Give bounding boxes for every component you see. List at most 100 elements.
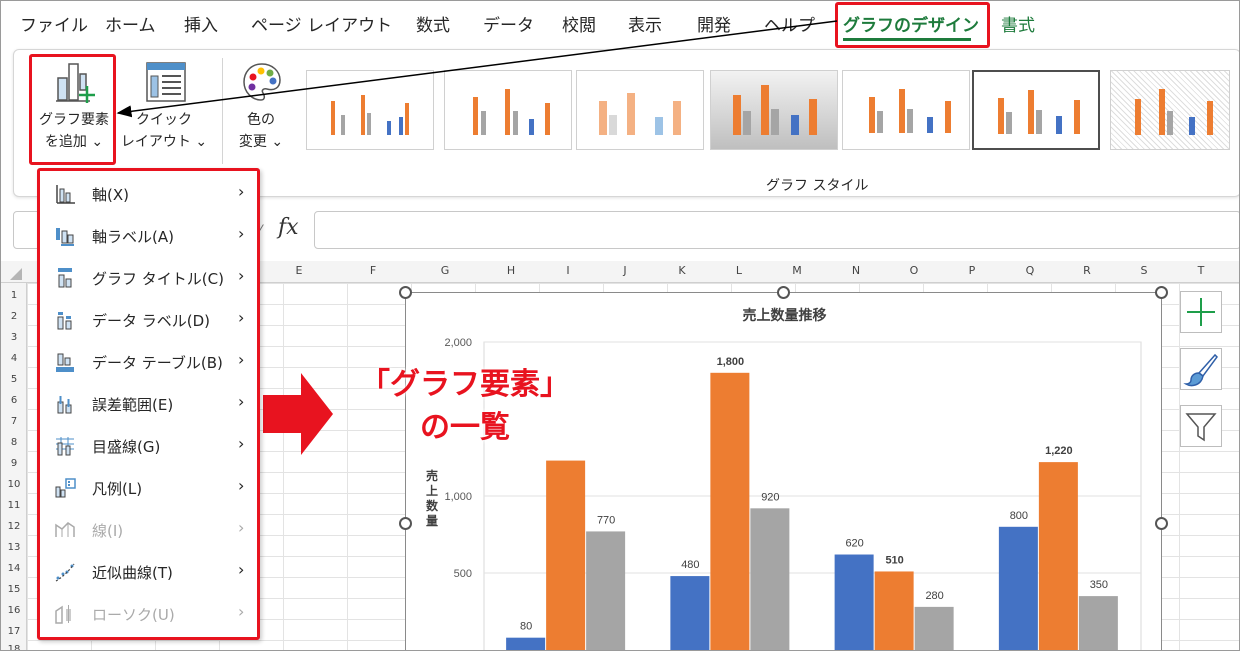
row-header[interactable]: 8 bbox=[1, 437, 27, 448]
chevron-right-icon: › bbox=[238, 476, 245, 495]
menu-item-legend[interactable]: 凡例(L) › bbox=[40, 467, 257, 509]
chart-filters-button[interactable] bbox=[1180, 405, 1222, 447]
menu-item-label: 軸(X) bbox=[92, 186, 129, 204]
column-header[interactable]: O bbox=[904, 264, 924, 277]
column-header[interactable]: M bbox=[787, 264, 807, 277]
row-header[interactable]: 3 bbox=[1, 332, 27, 343]
paintbrush-icon bbox=[1183, 353, 1218, 387]
callout-line-1: 「グラフ要素」 bbox=[360, 367, 570, 402]
row-header[interactable]: 10 bbox=[1, 479, 27, 490]
filter-icon bbox=[1185, 413, 1217, 442]
menu-item-label: 凡例(L) bbox=[92, 480, 143, 498]
menu-item-label: 近似曲線(T) bbox=[92, 564, 173, 582]
chevron-right-icon: › bbox=[238, 518, 245, 537]
chart-styles-button[interactable] bbox=[1180, 348, 1222, 390]
column-header[interactable]: S bbox=[1134, 264, 1154, 277]
resize-handle[interactable] bbox=[777, 286, 790, 299]
data-label: 620 bbox=[845, 538, 863, 550]
row-header[interactable]: 4 bbox=[1, 353, 27, 364]
row-header[interactable]: 6 bbox=[1, 395, 27, 406]
column-header[interactable]: E bbox=[289, 264, 309, 277]
row-header[interactable]: 2 bbox=[1, 311, 27, 322]
row-header[interactable]: 5 bbox=[1, 374, 27, 385]
add-chart-element-dropdown: 軸(X) › 軸ラベル(A) › グラフ タイトル(C) › データ ラベル(D) › … bbox=[37, 168, 260, 640]
up-down-bars-icon bbox=[55, 605, 71, 624]
column-header[interactable]: R bbox=[1077, 264, 1097, 277]
resize-handle[interactable] bbox=[1155, 286, 1168, 299]
column-header[interactable]: F bbox=[363, 264, 383, 277]
chart-object[interactable]: 売上数量推移 売上数量 500 1,000 2,000 80 480 620 800 1,80… bbox=[405, 292, 1162, 650]
column-header[interactable]: H bbox=[501, 264, 521, 277]
menu-item-axes[interactable]: 軸(X) › bbox=[40, 173, 257, 215]
menu-item-label: 誤差範囲(E) bbox=[92, 396, 174, 414]
row-header[interactable]: 7 bbox=[1, 416, 27, 427]
menu-item-data-labels[interactable]: データ ラベル(D) › bbox=[40, 299, 257, 341]
row-header[interactable]: 14 bbox=[1, 563, 27, 574]
row-header[interactable]: 9 bbox=[1, 458, 27, 469]
menu-item-label: データ ラベル(D) bbox=[92, 312, 211, 330]
data-label: 770 bbox=[597, 514, 615, 526]
row-header[interactable]: 11 bbox=[1, 500, 27, 511]
data-labels-icon bbox=[57, 312, 72, 330]
gridlines-icon bbox=[56, 437, 74, 456]
data-label: 800 bbox=[1010, 510, 1028, 522]
menu-item-axis-titles[interactable]: 軸ラベル(A) › bbox=[40, 215, 257, 257]
callout-line-2: の一覧 bbox=[420, 410, 510, 445]
column-header[interactable]: G bbox=[435, 264, 455, 277]
resize-handle[interactable] bbox=[1155, 517, 1168, 530]
bar bbox=[914, 606, 954, 650]
resize-handle[interactable] bbox=[399, 286, 412, 299]
menu-item-label: 線(I) bbox=[92, 522, 124, 540]
bar bbox=[710, 372, 750, 650]
column-header[interactable]: T bbox=[1191, 264, 1211, 277]
column-header[interactable]: L bbox=[729, 264, 749, 277]
chart-title-icon bbox=[58, 268, 72, 288]
column-header[interactable]: I bbox=[558, 264, 578, 277]
row-header[interactable]: 1 bbox=[1, 290, 27, 301]
row-header[interactable]: 13 bbox=[1, 542, 27, 553]
resize-handle[interactable] bbox=[399, 517, 412, 530]
menu-item-label: 軸ラベル(A) bbox=[92, 228, 174, 246]
column-header[interactable]: J bbox=[615, 264, 635, 277]
row-header[interactable]: 16 bbox=[1, 605, 27, 616]
bar bbox=[750, 508, 790, 650]
bar bbox=[874, 571, 914, 650]
chevron-right-icon: › bbox=[238, 560, 245, 579]
y-tick-label: 2,000 bbox=[444, 337, 472, 349]
row-header[interactable]: 17 bbox=[1, 626, 27, 637]
menu-item-error-bars[interactable]: 誤差範囲(E) › bbox=[40, 383, 257, 425]
y-tick-label: 1,000 bbox=[444, 491, 472, 503]
bar bbox=[1078, 596, 1118, 650]
chevron-right-icon: › bbox=[238, 602, 245, 621]
menu-item-trendline[interactable]: 近似曲線(T) › bbox=[40, 551, 257, 593]
menu-item-chart-title[interactable]: グラフ タイトル(C) › bbox=[40, 257, 257, 299]
menu-item-label: グラフ タイトル(C) bbox=[92, 270, 224, 288]
row-header[interactable]: 18 bbox=[1, 644, 27, 650]
column-header[interactable]: Q bbox=[1020, 264, 1040, 277]
lines-icon bbox=[55, 522, 75, 537]
column-header[interactable]: P bbox=[962, 264, 982, 277]
chevron-right-icon: › bbox=[238, 350, 245, 369]
chevron-right-icon: › bbox=[238, 434, 245, 453]
chevron-right-icon: › bbox=[238, 308, 245, 327]
formula-input[interactable] bbox=[314, 211, 1239, 249]
column-header[interactable]: N bbox=[846, 264, 866, 277]
plus-icon bbox=[1187, 298, 1215, 326]
column-header[interactable]: K bbox=[672, 264, 692, 277]
row-header[interactable]: 12 bbox=[1, 521, 27, 532]
bar bbox=[546, 460, 586, 650]
menu-item-label: ローソク(U) bbox=[92, 606, 175, 624]
menu-item-up-down-bars: ローソク(U) › bbox=[40, 593, 257, 635]
insert-function-icon[interactable]: fx bbox=[278, 215, 299, 240]
bar bbox=[506, 637, 546, 650]
bar bbox=[1038, 462, 1078, 650]
data-label: 350 bbox=[1090, 579, 1108, 591]
menu-item-gridlines[interactable]: 目盛線(G) › bbox=[40, 425, 257, 467]
data-label: 920 bbox=[761, 491, 779, 503]
chart-elements-button[interactable] bbox=[1180, 291, 1222, 333]
error-bars-icon bbox=[57, 396, 72, 414]
row-header[interactable]: 15 bbox=[1, 584, 27, 595]
menu-item-label: 目盛線(G) bbox=[92, 438, 161, 456]
menu-item-data-table[interactable]: データ テーブル(B) › bbox=[40, 341, 257, 383]
select-all-icon[interactable] bbox=[9, 267, 23, 281]
